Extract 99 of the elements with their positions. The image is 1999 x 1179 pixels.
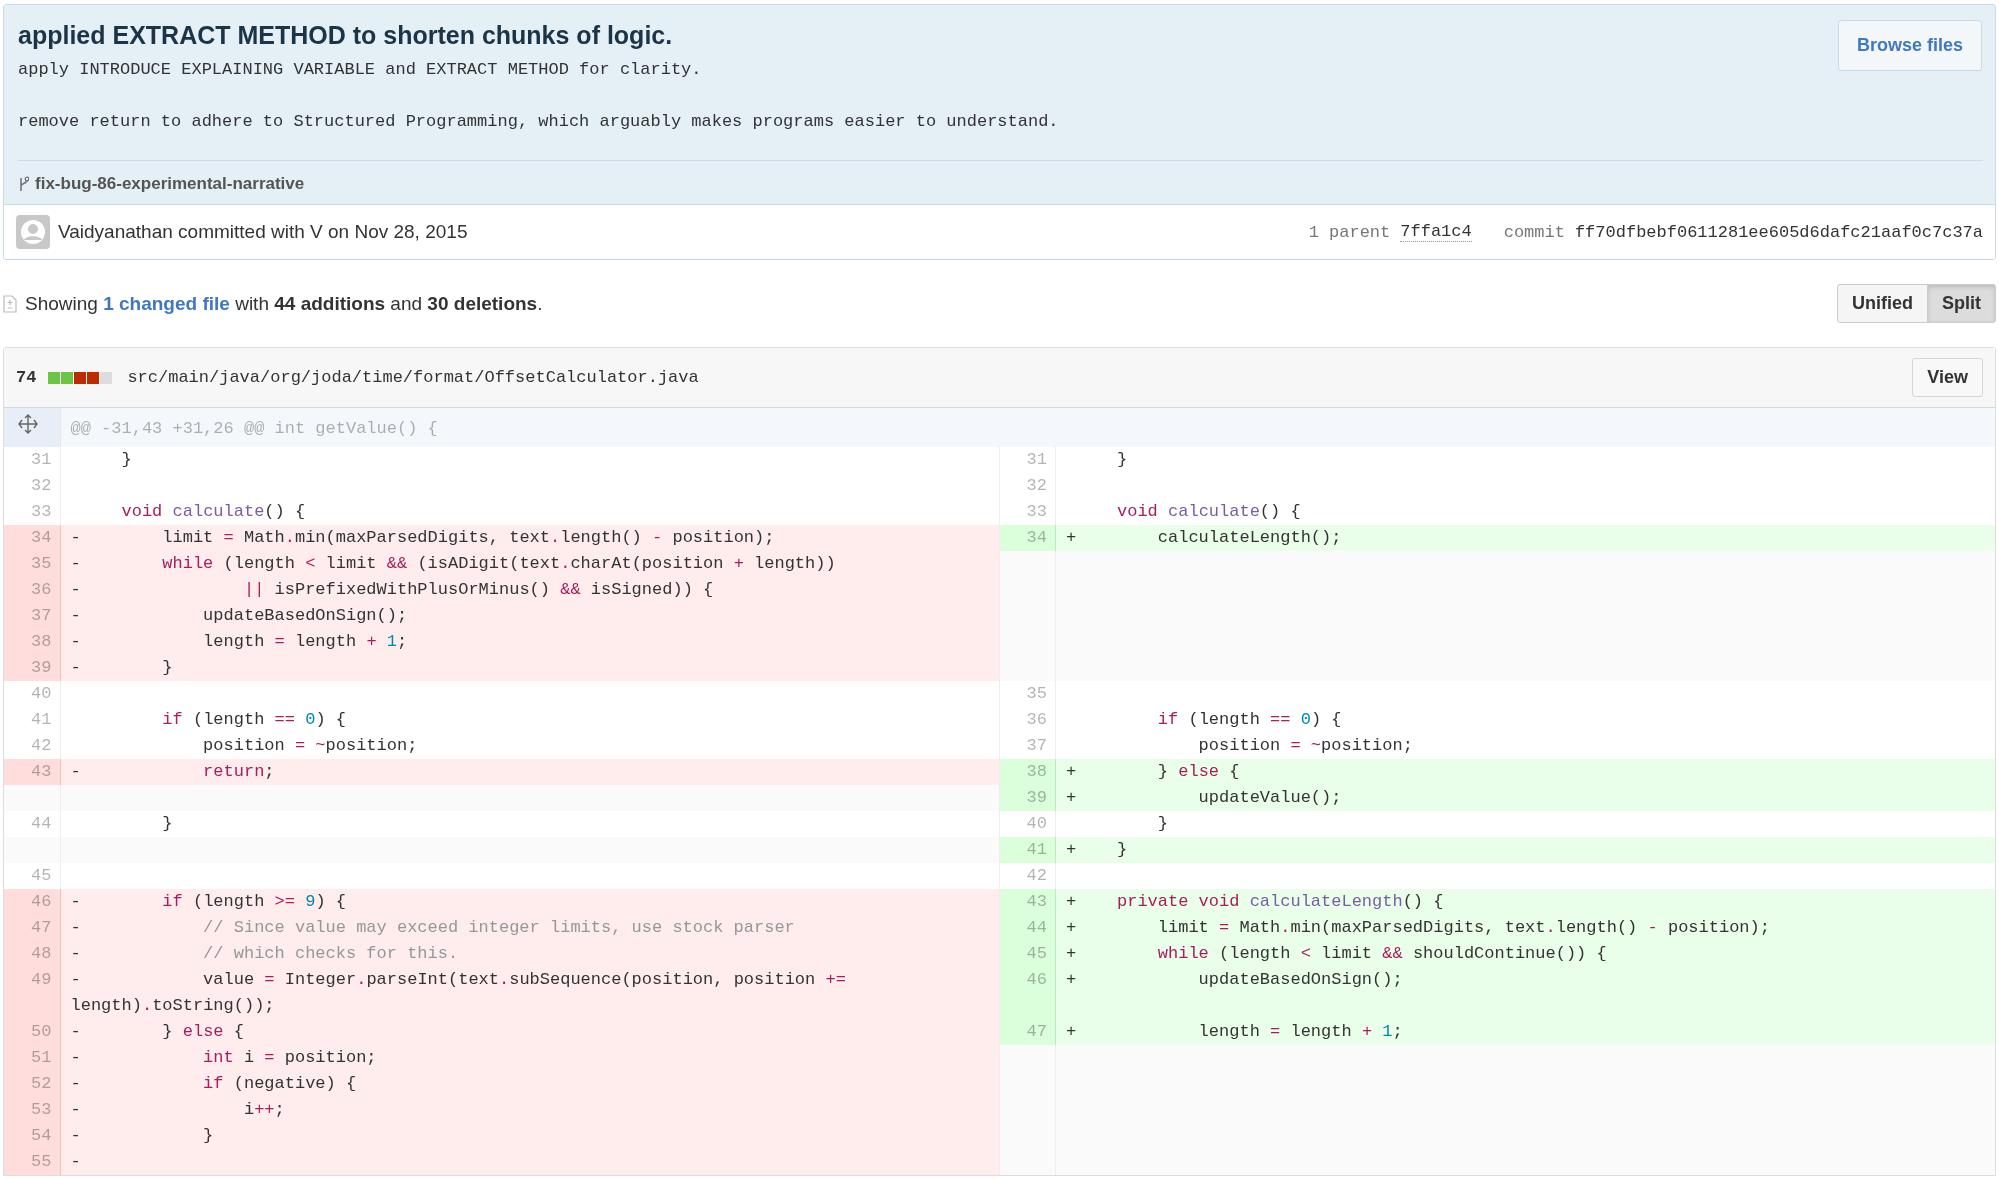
line-number: 44 <box>4 811 60 837</box>
commit-description: apply INTRODUCE EXPLAINING VARIABLE and EXTRACT METHOD for clarity. <box>18 59 703 81</box>
code-line: + } else { <box>1066 762 1240 781</box>
code-line: - } <box>70 1126 214 1145</box>
code-line: + updateBasedOnSign(); <box>1066 970 1403 989</box>
code-line: } <box>1116 450 1128 469</box>
code-line: - // Since value may exceed integer limits, use stock parser <box>70 918 795 937</box>
commit-sha: ff70dfbebf0611281ee605d6dafc21aaf0c7c37a <box>1574 222 1983 242</box>
code-line: - || isPrefixedWithPlusOrMinus() && isSigned)) { <box>70 580 714 599</box>
code-line: position = ~position; <box>202 736 418 755</box>
commit-title: applied EXTRACT METHOD to shorten chunks of logic. <box>18 21 674 50</box>
code-line: position = ~position; <box>1197 736 1413 755</box>
line-number: 45 <box>4 863 60 889</box>
code-line: + updateValue(); <box>1066 788 1342 807</box>
line-number: 47 <box>4 915 60 941</box>
code-line: + } <box>1066 840 1128 859</box>
code-line: - } else { <box>70 1022 244 1041</box>
browse-files-button[interactable]: Browse files <box>1837 20 1982 71</box>
line-number: 45 <box>999 941 1056 967</box>
line-number: 33 <box>999 499 1056 525</box>
line-number: 37 <box>999 733 1056 759</box>
code-line: } <box>161 814 173 833</box>
parent-label: 1 parent <box>1308 222 1391 242</box>
code-line: } <box>120 450 132 469</box>
expand-icon[interactable] <box>17 414 38 434</box>
file-diff-icon <box>3 294 17 313</box>
line-number: 44 <box>999 915 1056 941</box>
line-number: 50 <box>4 1019 60 1045</box>
commit-description: remove return to adhere to Structured Programming, which arguably makes programs easier to understand. <box>18 111 1060 133</box>
line-number: 38 <box>4 629 60 655</box>
code-line: + length = length + 1; <box>1066 1022 1403 1041</box>
code-line: - limit = Math.min(maxParsedDigits, text.length() - position); <box>70 528 775 547</box>
view-mode-button[interactable]: Unified <box>1837 284 1928 323</box>
diffstat-icon <box>48 371 114 384</box>
code-line: - if (negative) { <box>70 1074 357 1093</box>
line-number: 36 <box>4 577 60 603</box>
line-number: 42 <box>999 863 1056 889</box>
line-number: 51 <box>4 1045 60 1071</box>
branch-icon <box>18 175 29 193</box>
code-line: if (length == 0) { <box>1156 710 1342 729</box>
code-line: + limit = Math.min(maxParsedDigits, text.length() - position); <box>1066 918 1770 937</box>
code-line: - updateBasedOnSign(); <box>70 606 408 625</box>
code-line: - int i = position; <box>70 1048 377 1067</box>
line-number: 35 <box>4 551 60 577</box>
line-number: 47 <box>999 1019 1056 1045</box>
line-number: 41 <box>999 837 1056 863</box>
code-line: - if (length >= 9) { <box>70 892 346 911</box>
line-number: 42 <box>4 733 60 759</box>
code-line: void calculate() { <box>1116 502 1301 521</box>
diff-summary: Showing 1 changed file with 44 additions and 30 deletions. <box>25 292 544 315</box>
code-line: - value = Integer.parseInt(text.subSequence(position, position += length).toString()); <box>70 970 847 1015</box>
line-number: 40 <box>4 681 60 707</box>
code-line: - <box>70 1152 81 1171</box>
code-line: - return; <box>70 762 275 781</box>
line-number: 39 <box>999 785 1056 811</box>
code-line: + while (length < limit && shouldContinue()) { <box>1066 944 1607 963</box>
code-line: - while (length < limit && (isADigit(text.charAt(position + length)) <box>70 554 836 573</box>
line-number: 48 <box>4 941 60 967</box>
line-number: 36 <box>999 707 1056 733</box>
view-mode-button[interactable]: Split <box>1927 284 1996 323</box>
line-number: 37 <box>4 603 60 629</box>
code-line: + private void calculateLength() { <box>1066 892 1444 911</box>
code-line: if (length == 0) { <box>161 710 346 729</box>
parent-sha-link[interactable]: 7ffa1c4 <box>1400 222 1472 242</box>
hunk-header: @@ -31,43 +31,26 @@ int getValue() { <box>60 408 1995 447</box>
line-number: 33 <box>4 499 60 525</box>
line-number: 46 <box>4 889 60 915</box>
branch-name[interactable]: fix-bug-86-experimental-narrative <box>35 174 305 194</box>
line-number: 31 <box>4 447 60 473</box>
code-line: - // which checks for this. <box>70 944 459 963</box>
line-number: 40 <box>999 811 1056 837</box>
line-number: 38 <box>999 759 1056 785</box>
line-number: 49 <box>4 967 60 1019</box>
line-number: 46 <box>999 967 1056 1019</box>
code-line: - length = length + 1; <box>70 632 408 651</box>
file-path: src/main/java/org/joda/time/format/OffsetCalculator.java <box>127 368 700 387</box>
line-number: 35 <box>999 681 1056 707</box>
changed-files-link[interactable]: 1 changed file <box>103 292 230 314</box>
line-number: 53 <box>4 1097 60 1123</box>
code-line: void calculate() { <box>120 502 306 521</box>
code-line: + calculateLength(); <box>1066 528 1342 547</box>
line-number: 31 <box>999 447 1056 473</box>
line-number: 32 <box>999 473 1056 499</box>
line-number: 34 <box>4 525 60 551</box>
line-number: 52 <box>4 1071 60 1097</box>
commit-label: commit <box>1503 222 1565 242</box>
change-count: 74 <box>16 368 37 387</box>
line-number: 54 <box>4 1123 60 1149</box>
line-number: 34 <box>999 525 1056 551</box>
code-line: - i++; <box>70 1100 285 1119</box>
view-button[interactable]: View <box>1912 358 1983 397</box>
line-number: 39 <box>4 655 60 681</box>
avatar-icon <box>16 215 50 249</box>
code-line: - } <box>70 658 173 677</box>
code-line: } <box>1156 814 1169 833</box>
commit-byline: Vaidyanathan committed with V on Nov 28, 2015 <box>58 221 469 243</box>
line-number: 55 <box>4 1149 60 1175</box>
line-number: 43 <box>4 759 60 785</box>
line-number: 43 <box>999 889 1056 915</box>
